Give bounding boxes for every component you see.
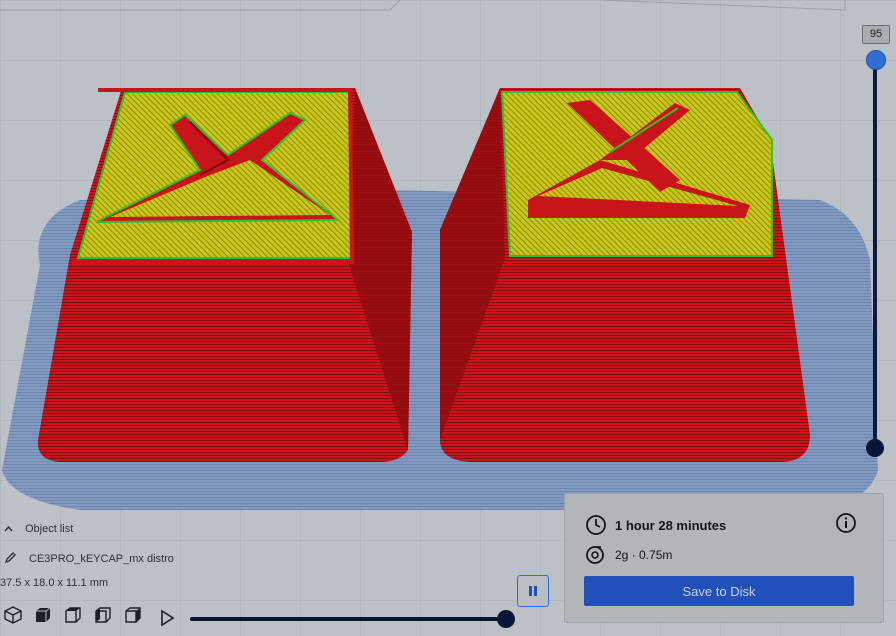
clock-icon: [586, 515, 606, 535]
material-usage: 2g · 0.75m: [615, 548, 673, 562]
layer-slider-top-handle[interactable]: [866, 50, 886, 70]
play-icon: [161, 609, 175, 627]
object-name-row[interactable]: CE3PRO_kEYCAP_mx distro: [4, 551, 174, 567]
object-list-label: Object list: [25, 523, 74, 535]
top-view-icon[interactable]: [62, 604, 84, 626]
view-orientation-bar: [2, 604, 144, 626]
object-dimensions: 37.5 x 18.0 x 11.1 mm: [0, 577, 109, 589]
right-view-icon[interactable]: [122, 604, 144, 626]
save-to-disk-button[interactable]: Save to Disk: [584, 576, 854, 606]
simulation-progress-track[interactable]: [190, 617, 506, 621]
chevron-up-icon: [4, 523, 13, 535]
simulation-progress-handle[interactable]: [497, 610, 515, 628]
play-button[interactable]: [158, 609, 176, 627]
layer-number-label: 95: [862, 25, 890, 44]
print-info-panel: 1 hour 28 minutes 2g · 0.75m Save to Dis…: [564, 493, 884, 623]
pause-icon: [529, 586, 537, 596]
layer-slider-bottom-handle[interactable]: [866, 439, 884, 457]
keycap-right[interactable]: [440, 88, 810, 462]
spool-icon: [586, 546, 604, 564]
left-view-icon[interactable]: [92, 604, 114, 626]
layer-slider-track[interactable]: [873, 58, 877, 448]
print-time-row: 1 hour 28 minutes: [585, 514, 726, 536]
pause-button[interactable]: [517, 575, 549, 607]
object-list-toggle[interactable]: Object list: [4, 523, 73, 535]
material-usage-row: 2g · 0.75m: [585, 545, 672, 565]
pencil-icon[interactable]: [4, 551, 17, 567]
print-time: 1 hour 28 minutes: [615, 517, 727, 533]
info-icon[interactable]: [835, 512, 857, 534]
front-view-icon[interactable]: [32, 604, 54, 626]
3d-view-icon[interactable]: [2, 604, 24, 626]
object-name: CE3PRO_kEYCAP_mx distro: [29, 553, 174, 565]
